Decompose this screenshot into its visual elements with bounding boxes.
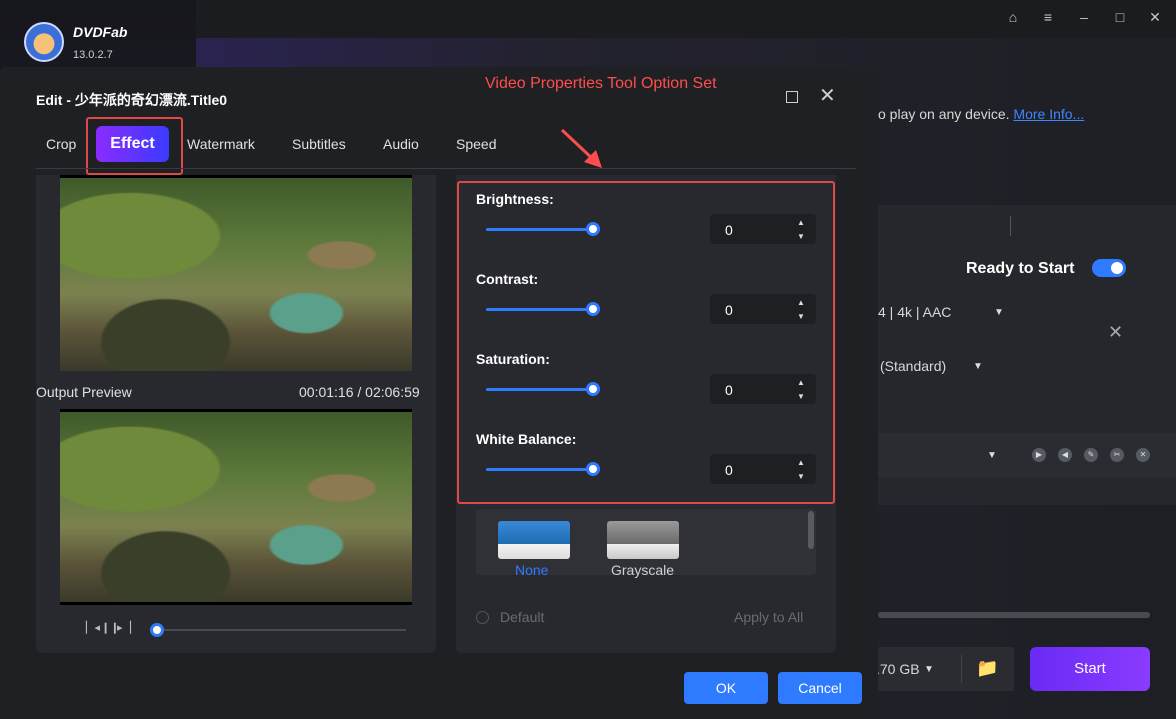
info-text-label: o play on any device. bbox=[878, 106, 1010, 122]
delete-icon[interactable]: ✕ bbox=[1136, 448, 1150, 462]
annotation-arrow-icon bbox=[560, 128, 602, 168]
dialog-maximize-icon[interactable] bbox=[786, 91, 798, 103]
ready-toggle[interactable] bbox=[1092, 259, 1126, 277]
title-bar bbox=[196, 0, 1176, 38]
saturation-down-icon[interactable]: ▼ bbox=[797, 392, 805, 402]
divider bbox=[961, 655, 962, 683]
size-dropdown-icon[interactable]: ▼ bbox=[924, 664, 934, 675]
quality-text: (Standard) bbox=[880, 358, 947, 374]
filter-none-thumbnail[interactable] bbox=[498, 521, 570, 559]
contrast-label: Contrast: bbox=[476, 271, 539, 287]
brightness-label: Brightness: bbox=[476, 191, 554, 207]
contrast-up-icon[interactable]: ▲ bbox=[797, 298, 805, 308]
rewind-icon[interactable]: ◀ bbox=[1058, 448, 1072, 462]
row-dropdown-icon[interactable]: ▼ bbox=[987, 450, 997, 461]
saturation-label: Saturation: bbox=[476, 351, 550, 367]
next-frame-icon[interactable]: ▸▕ bbox=[117, 621, 131, 634]
menu-icon[interactable]: ≡ bbox=[1037, 8, 1059, 26]
brightness-down-icon[interactable]: ▼ bbox=[797, 232, 805, 242]
tab-audio[interactable]: Audio bbox=[383, 136, 419, 152]
subtitle-row bbox=[878, 433, 1176, 477]
brightness-up-icon[interactable]: ▲ bbox=[797, 218, 805, 228]
minimize-icon[interactable]: – bbox=[1073, 8, 1095, 26]
tab-divider bbox=[36, 168, 856, 169]
brand-name: DVDFab bbox=[73, 24, 128, 40]
cancel-button[interactable]: Cancel bbox=[778, 672, 862, 704]
default-radio[interactable] bbox=[476, 611, 489, 624]
dialog-close-icon[interactable]: ✕ bbox=[819, 86, 836, 106]
output-preview-image bbox=[60, 409, 412, 605]
white-balance-slider[interactable] bbox=[486, 468, 592, 471]
cut-icon[interactable]: ✂ bbox=[1110, 448, 1124, 462]
size-text: .70 GB bbox=[876, 661, 920, 677]
white-balance-down-icon[interactable]: ▼ bbox=[797, 472, 805, 482]
white-balance-label: White Balance: bbox=[476, 431, 577, 447]
tab-subtitles[interactable]: Subtitles bbox=[292, 136, 346, 152]
brightness-slider-handle[interactable] bbox=[586, 222, 600, 236]
saturation-slider[interactable] bbox=[486, 388, 592, 391]
filter-scrollbar[interactable] bbox=[808, 511, 814, 549]
tab-watermark[interactable]: Watermark bbox=[187, 136, 255, 152]
divider bbox=[1010, 216, 1011, 236]
app-version: 13.0.2.7 bbox=[73, 49, 113, 61]
filter-grayscale-label[interactable]: Grayscale bbox=[611, 562, 674, 578]
white-balance-slider-handle[interactable] bbox=[586, 462, 600, 476]
filter-none-label[interactable]: None bbox=[515, 562, 548, 578]
white-balance-up-icon[interactable]: ▲ bbox=[797, 458, 805, 468]
brightness-slider[interactable] bbox=[486, 228, 592, 231]
tab-effect[interactable]: Effect bbox=[96, 126, 169, 162]
source-preview-image bbox=[60, 175, 412, 371]
saturation-value: 0 bbox=[725, 382, 733, 398]
dvdfab-logo-icon bbox=[24, 22, 64, 62]
remove-icon[interactable]: ✕ bbox=[1108, 322, 1123, 343]
tab-crop[interactable]: Crop bbox=[46, 136, 76, 152]
output-preview-label: Output Preview bbox=[36, 384, 132, 400]
contrast-value: 0 bbox=[725, 302, 733, 318]
apply-to-all-button[interactable]: Apply to All bbox=[734, 609, 803, 625]
tab-speed[interactable]: Speed bbox=[456, 136, 496, 152]
dvdfab-window: DVDFab 13.0.2.7 ⌂ ≡ – □ ✕ o play on any … bbox=[0, 0, 1176, 719]
quality-dropdown-icon[interactable]: ▼ bbox=[973, 361, 983, 372]
contrast-slider[interactable] bbox=[486, 308, 592, 311]
play-icon[interactable]: ▶ bbox=[1032, 448, 1046, 462]
saturation-slider-handle[interactable] bbox=[586, 382, 600, 396]
maximize-icon[interactable]: □ bbox=[1109, 8, 1131, 26]
white-balance-value: 0 bbox=[725, 462, 733, 478]
annotation-title: Video Properties Tool Option Set bbox=[485, 75, 717, 92]
seek-handle[interactable] bbox=[150, 623, 164, 637]
close-icon[interactable]: ✕ bbox=[1144, 8, 1166, 26]
folder-icon[interactable]: 📁 bbox=[976, 658, 998, 679]
previous-frame-icon[interactable]: ▏◂ bbox=[86, 621, 100, 634]
info-text: o play on any device. More Info... bbox=[878, 106, 1084, 122]
start-button[interactable]: Start bbox=[1030, 647, 1150, 691]
contrast-down-icon[interactable]: ▼ bbox=[797, 312, 805, 322]
ok-button[interactable]: OK bbox=[684, 672, 768, 704]
more-info-link[interactable]: More Info... bbox=[1013, 106, 1084, 122]
brightness-value: 0 bbox=[725, 222, 733, 238]
skin-icon[interactable]: ⌂ bbox=[1002, 8, 1024, 26]
format-dropdown-icon[interactable]: ▼ bbox=[994, 307, 1004, 318]
filter-grayscale-thumbnail[interactable] bbox=[607, 521, 679, 559]
default-label: Default bbox=[500, 609, 545, 625]
ready-label: Ready to Start bbox=[966, 260, 1075, 277]
edit-icon[interactable]: ✎ bbox=[1084, 448, 1098, 462]
saturation-up-icon[interactable]: ▲ bbox=[797, 378, 805, 388]
dialog-title: Edit - 少年派的奇幻漂流.Title0 bbox=[36, 92, 228, 108]
progress-bar bbox=[878, 612, 1150, 618]
seek-track[interactable] bbox=[150, 629, 406, 631]
time-display: 00:01:16 / 02:06:59 bbox=[299, 384, 420, 400]
format-text: 4 | 4k | AAC bbox=[878, 304, 952, 320]
contrast-slider-handle[interactable] bbox=[586, 302, 600, 316]
